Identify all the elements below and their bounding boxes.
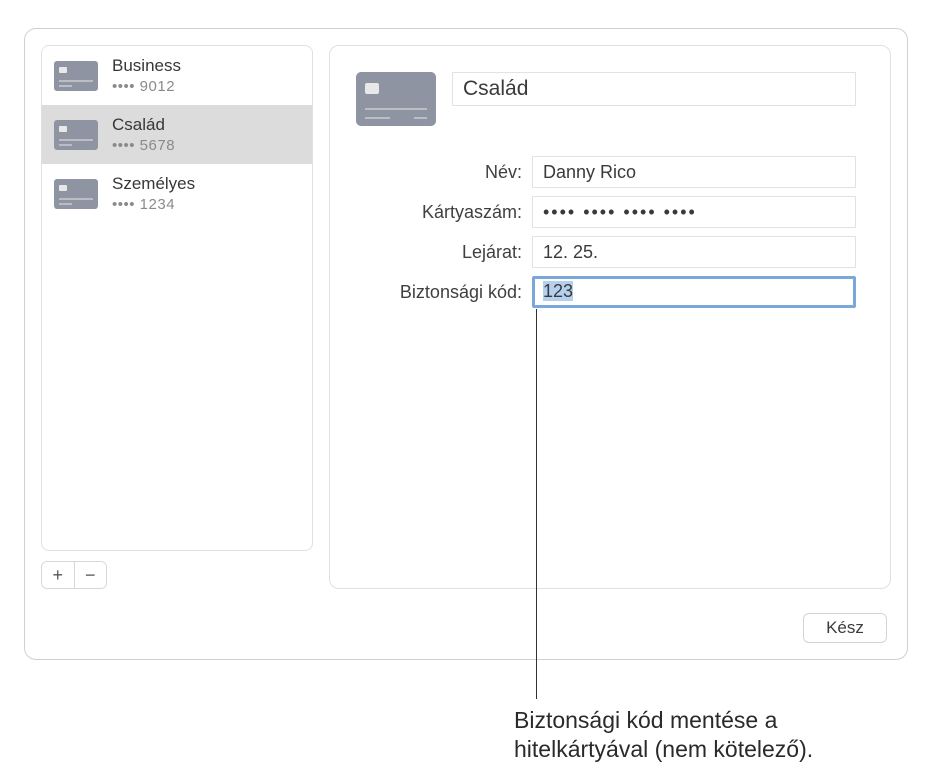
form-row-number: Kártyaszám: [356,196,856,228]
form-row-cvc: Biztonsági kód: 123 [356,276,856,308]
remove-card-button[interactable]: − [75,562,107,588]
card-text: Business •••• 9012 [112,56,181,95]
detail-panel: Név: Kártyaszám: Lejárat: Biztonsági kód… [329,45,891,589]
card-number-mask: •••• 1234 [112,196,195,213]
card-name: Business [112,56,181,76]
minus-icon: − [85,565,96,586]
card-list: Business •••• 9012 Család •••• 5678 [41,45,313,551]
credit-card-icon [54,120,98,150]
autofill-cards-window: Business •••• 9012 Család •••• 5678 [24,28,908,660]
card-name: Személyes [112,174,195,194]
form-row-name: Név: [356,156,856,188]
form-row-expiry: Lejárat: [356,236,856,268]
credit-card-icon [356,72,436,126]
cvc-label: Biztonsági kód: [356,282,532,303]
card-number-input[interactable] [532,196,856,228]
number-label: Kártyaszám: [356,202,532,223]
sidebar-buttons: + − [41,561,107,589]
annotation-callout-line [536,309,537,699]
card-name: Család [112,115,175,135]
sidebar: Business •••• 9012 Család •••• 5678 [41,45,313,589]
card-text: Család •••• 5678 [112,115,175,154]
card-item-csalad[interactable]: Család •••• 5678 [42,105,312,164]
card-number-mask: •••• 5678 [112,137,175,154]
card-item-szemelyes[interactable]: Személyes •••• 1234 [42,164,312,223]
card-item-business[interactable]: Business •••• 9012 [42,46,312,105]
expiry-input[interactable] [532,236,856,268]
annotation-callout-text: Biztonsági kód mentése a hitelkártyával … [514,706,914,764]
credit-card-icon [54,61,98,91]
card-title-input[interactable] [452,72,856,106]
expiry-label: Lejárat: [356,242,532,263]
plus-icon: + [52,565,63,586]
name-label: Név: [356,162,532,183]
content-area: Business •••• 9012 Család •••• 5678 [25,29,907,605]
bottom-bar: Kész [25,605,907,659]
detail-header [356,72,856,126]
credit-card-icon [54,179,98,209]
add-card-button[interactable]: + [42,562,75,588]
done-button[interactable]: Kész [803,613,887,643]
card-text: Személyes •••• 1234 [112,174,195,213]
security-code-input[interactable]: 123 [532,276,856,308]
card-number-mask: •••• 9012 [112,78,181,95]
cardholder-name-input[interactable] [532,156,856,188]
